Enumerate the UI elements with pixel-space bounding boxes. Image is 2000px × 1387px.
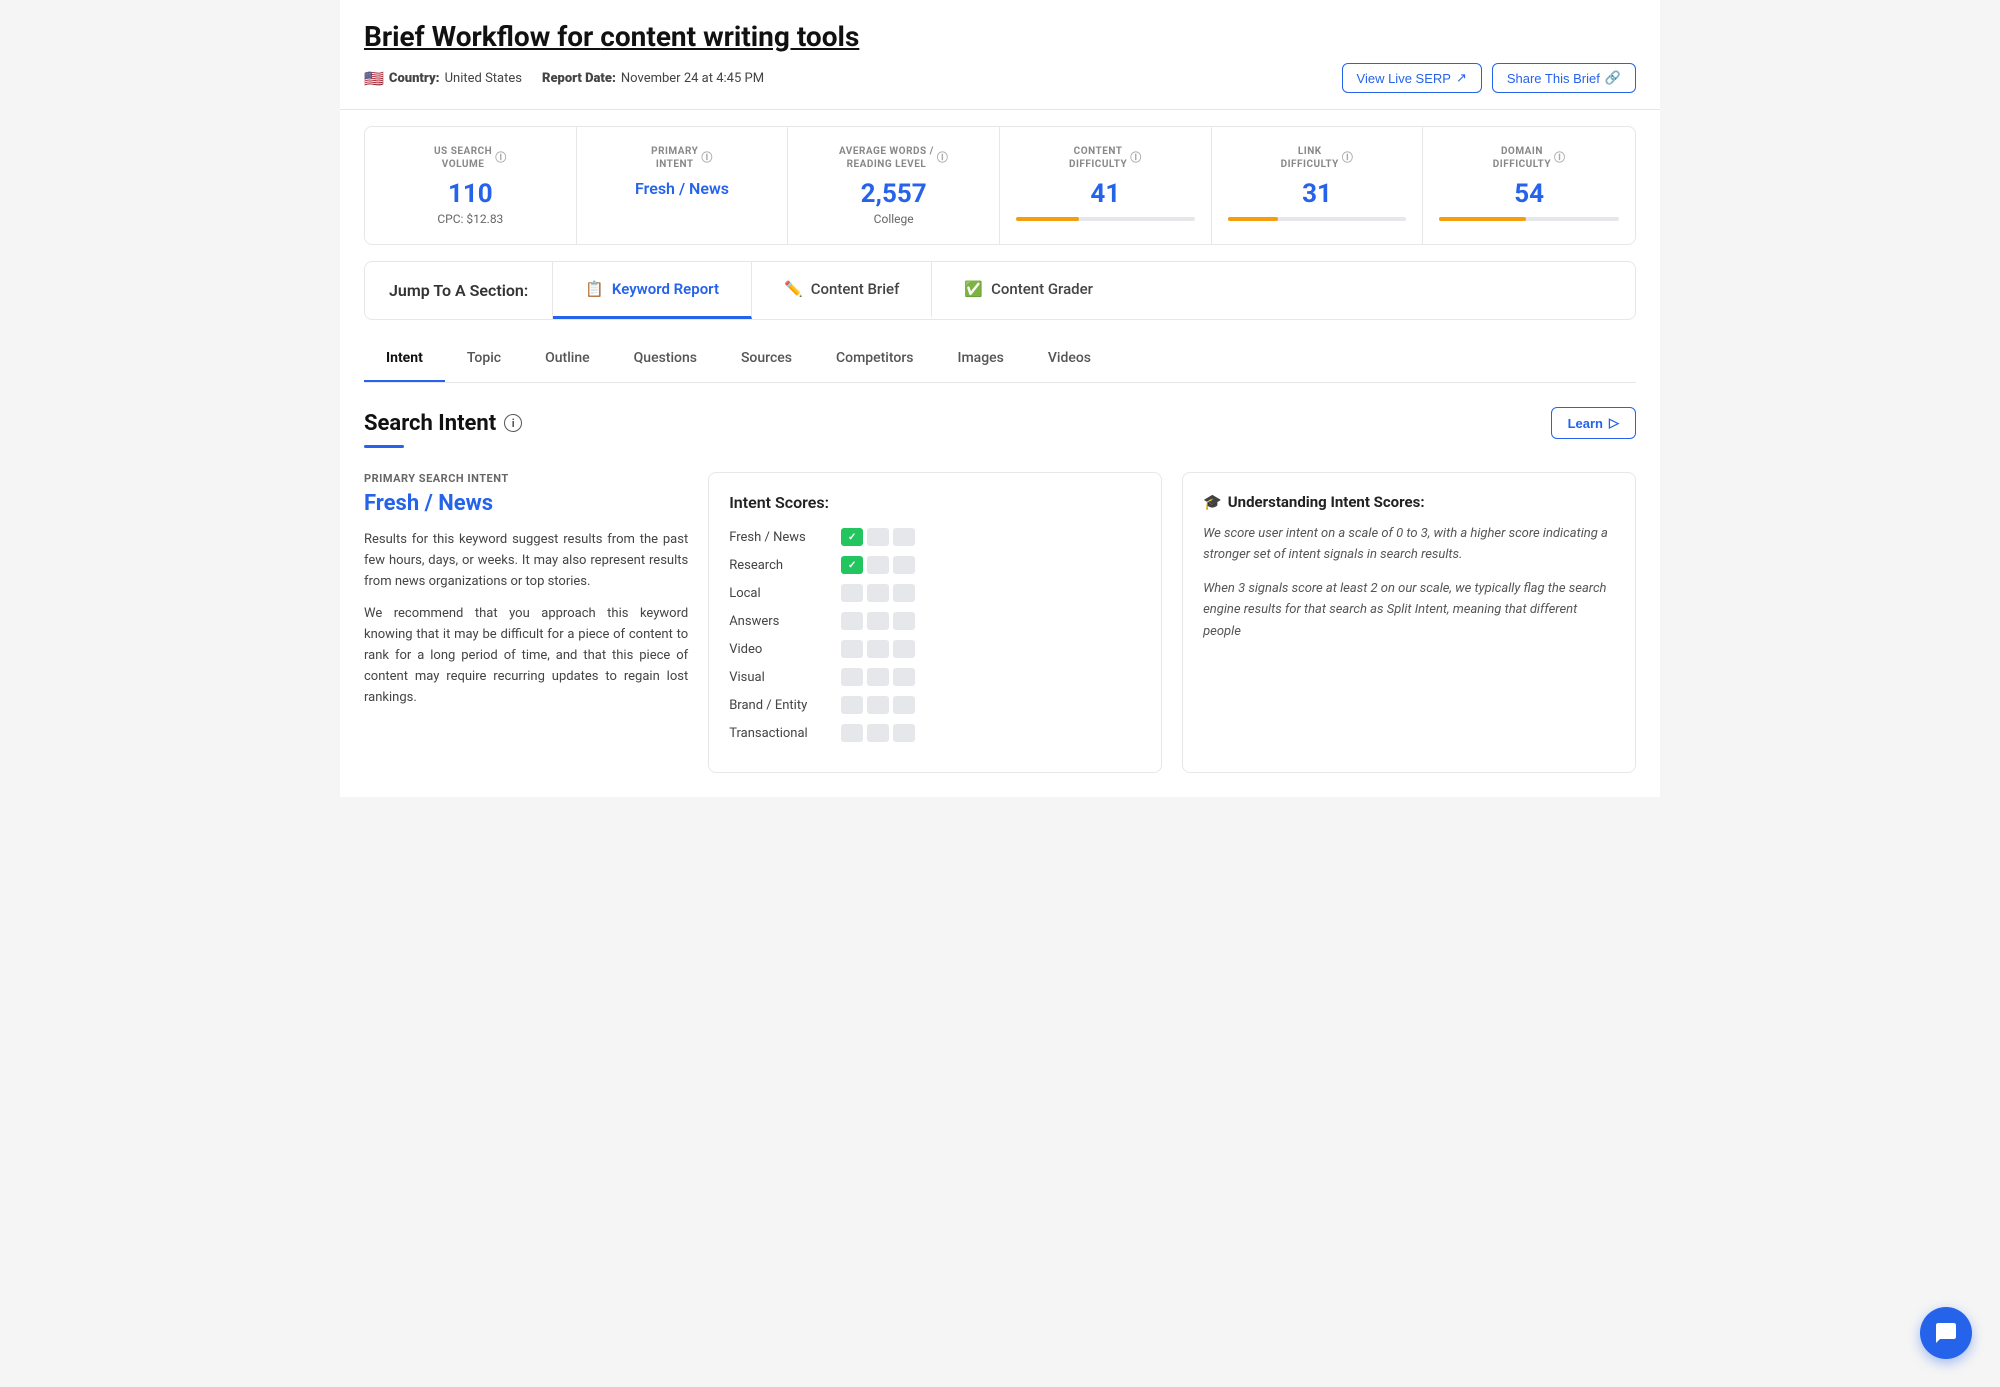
score-box-empty bbox=[841, 668, 863, 686]
header-buttons: View Live SERP ↗ Share This Brief 🔗 bbox=[1342, 63, 1636, 93]
intent-scores-column: Intent Scores: Fresh / News ✓ Research ✓ bbox=[708, 472, 1162, 773]
score-row-research: Research ✓ bbox=[729, 556, 1141, 574]
score-box-empty bbox=[867, 612, 889, 630]
jump-tab-keyword-report[interactable]: 📋 Keyword Report bbox=[553, 262, 752, 319]
score-box-empty bbox=[841, 640, 863, 658]
score-box-empty bbox=[893, 668, 915, 686]
understanding-text-2: When 3 signals score at least 2 on our s… bbox=[1203, 578, 1615, 642]
sub-tab-questions[interactable]: Questions bbox=[612, 336, 719, 382]
score-box-empty bbox=[893, 640, 915, 658]
view-live-serp-button[interactable]: View Live SERP ↗ bbox=[1342, 63, 1482, 93]
score-box-empty bbox=[841, 584, 863, 602]
flag-icon: 🇺🇸 bbox=[364, 69, 384, 88]
score-box-empty bbox=[867, 640, 889, 658]
info-icon-domain-diff[interactable]: ⓘ bbox=[1554, 151, 1566, 165]
info-icon-search-intent[interactable]: i bbox=[504, 414, 522, 432]
score-row-video: Video bbox=[729, 640, 1141, 658]
jump-nav-label: Jump To A Section: bbox=[365, 262, 553, 319]
graduation-icon: 🎓 bbox=[1203, 493, 1222, 511]
keyword-report-icon: 📋 bbox=[585, 280, 604, 298]
stat-link-difficulty: LINKDIFFICULTY ⓘ 31 bbox=[1212, 127, 1424, 244]
score-row-fresh: Fresh / News ✓ bbox=[729, 528, 1141, 546]
understanding-text-1: We score user intent on a scale of 0 to … bbox=[1203, 523, 1615, 566]
intent-desc-1: Results for this keyword suggest results… bbox=[364, 530, 688, 592]
sub-tab-sources[interactable]: Sources bbox=[719, 336, 814, 382]
info-icon-words[interactable]: ⓘ bbox=[937, 151, 949, 165]
score-box-empty bbox=[893, 612, 915, 630]
sub-tab-outline[interactable]: Outline bbox=[523, 336, 612, 382]
sub-tab-videos[interactable]: Videos bbox=[1026, 336, 1113, 382]
section-title: Search Intent i bbox=[364, 411, 522, 436]
score-box-empty bbox=[893, 556, 915, 574]
section-header: Search Intent i Learn ▷ bbox=[364, 407, 1636, 439]
jump-tab-content-grader[interactable]: ✅ Content Grader bbox=[932, 262, 1125, 319]
stats-bar: US SEARCHVOLUME ⓘ 110 CPC: $12.83 PRIMAR… bbox=[364, 126, 1636, 245]
score-box-empty bbox=[867, 528, 889, 546]
intent-column: PRIMARY SEARCH INTENT Fresh / News Resul… bbox=[364, 472, 688, 773]
score-row-transactional: Transactional bbox=[729, 724, 1141, 742]
sub-tabs: Intent Topic Outline Questions Sources C… bbox=[364, 336, 1636, 383]
sub-tab-images[interactable]: Images bbox=[935, 336, 1025, 382]
content-grader-icon: ✅ bbox=[964, 280, 983, 298]
page-header: Brief Workflow for content writing tools… bbox=[340, 0, 1660, 110]
score-box-empty bbox=[867, 724, 889, 742]
score-box-empty bbox=[867, 584, 889, 602]
stat-avg-words: AVERAGE WORDS /READING LEVEL ⓘ 2,557 Col… bbox=[788, 127, 1000, 244]
link-icon: 🔗 bbox=[1605, 70, 1621, 86]
section-divider bbox=[364, 445, 404, 448]
sub-tab-competitors[interactable]: Competitors bbox=[814, 336, 935, 382]
primary-intent-value[interactable]: Fresh / News bbox=[593, 179, 772, 198]
info-icon-link-diff[interactable]: ⓘ bbox=[1342, 151, 1354, 165]
info-icon-intent[interactable]: ⓘ bbox=[701, 151, 713, 165]
score-box-empty bbox=[893, 696, 915, 714]
stat-domain-difficulty: DOMAINDIFFICULTY ⓘ 54 bbox=[1423, 127, 1635, 244]
understanding-column: 🎓 Understanding Intent Scores: We score … bbox=[1182, 472, 1636, 773]
score-box-filled: ✓ bbox=[841, 528, 863, 546]
sub-tab-intent[interactable]: Intent bbox=[364, 336, 445, 382]
chat-bubble-button[interactable] bbox=[1920, 1307, 1972, 1359]
three-column-layout: PRIMARY SEARCH INTENT Fresh / News Resul… bbox=[364, 472, 1636, 773]
primary-intent-label: PRIMARY SEARCH INTENT bbox=[364, 472, 688, 485]
score-row-answers: Answers bbox=[729, 612, 1141, 630]
info-icon-volume[interactable]: ⓘ bbox=[495, 151, 507, 165]
jump-nav: Jump To A Section: 📋 Keyword Report ✏️ C… bbox=[364, 261, 1636, 320]
score-box-empty bbox=[893, 584, 915, 602]
learn-button[interactable]: Learn ▷ bbox=[1551, 407, 1636, 439]
score-row-local: Local bbox=[729, 584, 1141, 602]
score-box-empty bbox=[867, 556, 889, 574]
jump-tab-content-brief[interactable]: ✏️ Content Brief bbox=[752, 262, 932, 319]
score-box-empty bbox=[841, 696, 863, 714]
sub-tab-topic[interactable]: Topic bbox=[445, 336, 523, 382]
intent-scores-title: Intent Scores: bbox=[729, 493, 1141, 512]
score-box-empty bbox=[841, 724, 863, 742]
score-box-empty bbox=[893, 528, 915, 546]
score-row-brand-entity: Brand / Entity bbox=[729, 696, 1141, 714]
score-box-empty bbox=[893, 724, 915, 742]
page-title: Brief Workflow for content writing tools bbox=[364, 20, 1636, 53]
chat-icon bbox=[1934, 1321, 1958, 1345]
intent-desc-2: We recommend that you approach this keyw… bbox=[364, 604, 688, 708]
meta-row: 🇺🇸 Country: United States Report Date: N… bbox=[364, 63, 1636, 93]
report-date-meta: Report Date: November 24 at 4:45 PM bbox=[542, 71, 764, 86]
intent-value: Fresh / News bbox=[364, 491, 688, 516]
score-box-empty bbox=[867, 668, 889, 686]
content-area: Search Intent i Learn ▷ PRIMARY SEARCH I… bbox=[340, 383, 1660, 797]
score-box-empty bbox=[867, 696, 889, 714]
stat-content-difficulty: CONTENTDIFFICULTY ⓘ 41 bbox=[1000, 127, 1212, 244]
score-box-empty bbox=[841, 612, 863, 630]
info-icon-content-diff[interactable]: ⓘ bbox=[1130, 151, 1142, 165]
score-row-visual: Visual bbox=[729, 668, 1141, 686]
content-brief-icon: ✏️ bbox=[784, 280, 803, 298]
play-icon: ▷ bbox=[1609, 415, 1619, 431]
country-meta: 🇺🇸 Country: United States bbox=[364, 69, 522, 88]
external-link-icon: ↗ bbox=[1456, 70, 1467, 86]
share-brief-button[interactable]: Share This Brief 🔗 bbox=[1492, 63, 1636, 93]
stat-primary-intent: PRIMARYINTENT ⓘ Fresh / News bbox=[577, 127, 789, 244]
score-box-filled: ✓ bbox=[841, 556, 863, 574]
stat-us-search-volume: US SEARCHVOLUME ⓘ 110 CPC: $12.83 bbox=[365, 127, 577, 244]
understanding-title: 🎓 Understanding Intent Scores: bbox=[1203, 493, 1615, 511]
